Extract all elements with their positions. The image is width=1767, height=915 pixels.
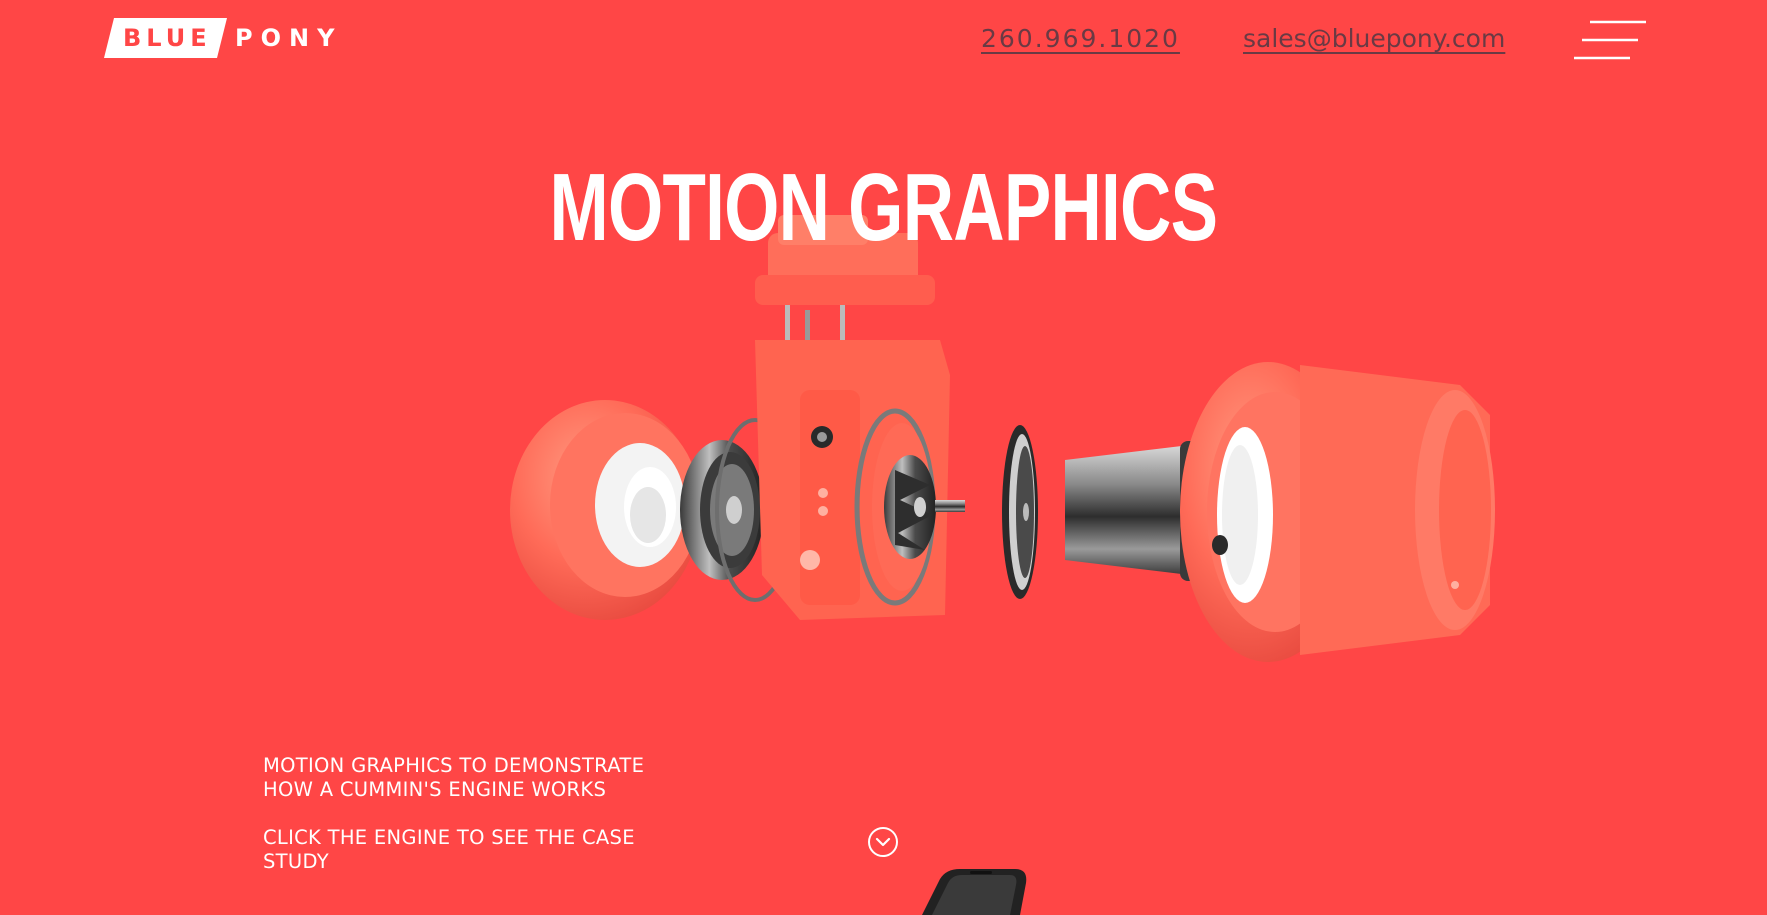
chevron-down-circle-icon (868, 827, 898, 857)
turbocharger-illustration (510, 215, 1495, 662)
project-description: MOTION GRAPHICS TO DEMONSTRATE HOW A CUM… (263, 754, 663, 874)
page: BLUE PONY 260.969.1020 sales@bluepony.co… (0, 0, 1767, 915)
logo-link[interactable]: BLUE PONY (104, 17, 342, 59)
description-line-2: CLICK THE ENGINE TO SEE THE CASE STUDY (263, 826, 635, 873)
email-link[interactable]: sales@bluepony.com (1243, 24, 1505, 53)
description-line-1: MOTION GRAPHICS TO DEMONSTRATE HOW A CUM… (263, 754, 645, 801)
phone-mockup-image (910, 865, 1040, 915)
hamburger-menu-icon (1574, 20, 1646, 60)
scroll-down-button[interactable] (867, 826, 899, 858)
logo-blue-text: BLUE (123, 24, 212, 52)
logo-box: BLUE (104, 18, 227, 58)
phone-link[interactable]: 260.969.1020 (981, 24, 1180, 53)
page-title: MOTION GRAPHICS (549, 154, 1218, 261)
menu-button[interactable] (1574, 20, 1646, 60)
engine-image[interactable] (500, 215, 1510, 695)
logo-pony-text: PONY (235, 24, 343, 52)
phone-device-shape (922, 869, 1027, 915)
